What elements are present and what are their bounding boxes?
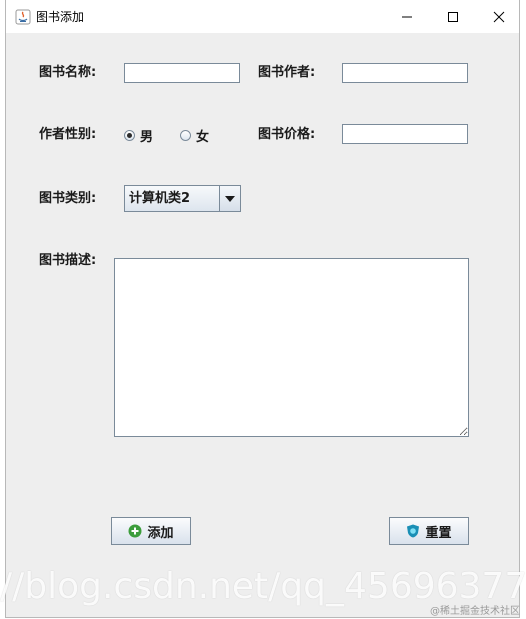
gender-male-radio[interactable]: 男 <box>124 126 153 145</box>
book-name-input[interactable] <box>124 63 240 83</box>
book-name-label: 图书名称: <box>39 65 97 80</box>
background-fragment <box>520 60 526 80</box>
book-category-dropdown[interactable]: 计算机类2 <box>124 185 241 212</box>
close-button[interactable] <box>476 0 522 33</box>
window-title: 图书添加 <box>36 10 85 24</box>
gender-male-label: 男 <box>140 130 154 145</box>
radio-checked-icon[interactable] <box>124 130 135 141</box>
minimize-button[interactable] <box>384 0 430 33</box>
gender-female-radio[interactable]: 女 <box>180 126 209 145</box>
book-price-input[interactable] <box>342 124 468 144</box>
book-description-label: 图书描述: <box>39 253 97 268</box>
url-watermark: //blog.csdn.net/qq_45696377 <box>0 566 526 607</box>
author-gender-label: 作者性别: <box>39 127 97 142</box>
book-price-label: 图书价格: <box>258 127 316 142</box>
book-description-textarea[interactable] <box>114 258 469 437</box>
book-category-label: 图书类别: <box>39 191 97 206</box>
reset-button-label: 重置 <box>425 525 452 541</box>
maximize-icon <box>448 11 458 22</box>
minimize-icon <box>402 16 412 17</box>
maximize-button[interactable] <box>430 0 476 33</box>
reset-button[interactable]: 重置 <box>389 517 469 545</box>
book-add-window: 图书添加 图书名称: 图书作者: 作者性别: 男 女 图书价格: 图书类别: 计… <box>5 0 520 618</box>
add-button-label: 添加 <box>147 525 174 541</box>
book-author-label: 图书作者: <box>258 65 316 80</box>
title-bar[interactable]: 图书添加 <box>6 0 519 33</box>
reset-shield-icon <box>407 524 420 538</box>
radio-unchecked-icon[interactable] <box>180 130 191 141</box>
dropdown-arrow-button[interactable] <box>219 186 240 211</box>
screen: 图书添加 图书名称: 图书作者: 作者性别: 男 女 图书价格: 图书类别: 计… <box>0 0 526 619</box>
close-icon <box>493 11 505 22</box>
chevron-down-icon <box>225 195 235 202</box>
credit-watermark: @稀土掘金技术社区 <box>430 606 520 617</box>
book-author-input[interactable] <box>342 63 468 83</box>
add-icon <box>128 524 142 538</box>
book-category-selected: 计算机类2 <box>129 191 191 206</box>
java-app-icon <box>15 9 31 25</box>
gender-female-label: 女 <box>196 130 210 145</box>
add-button[interactable]: 添加 <box>111 517 191 545</box>
